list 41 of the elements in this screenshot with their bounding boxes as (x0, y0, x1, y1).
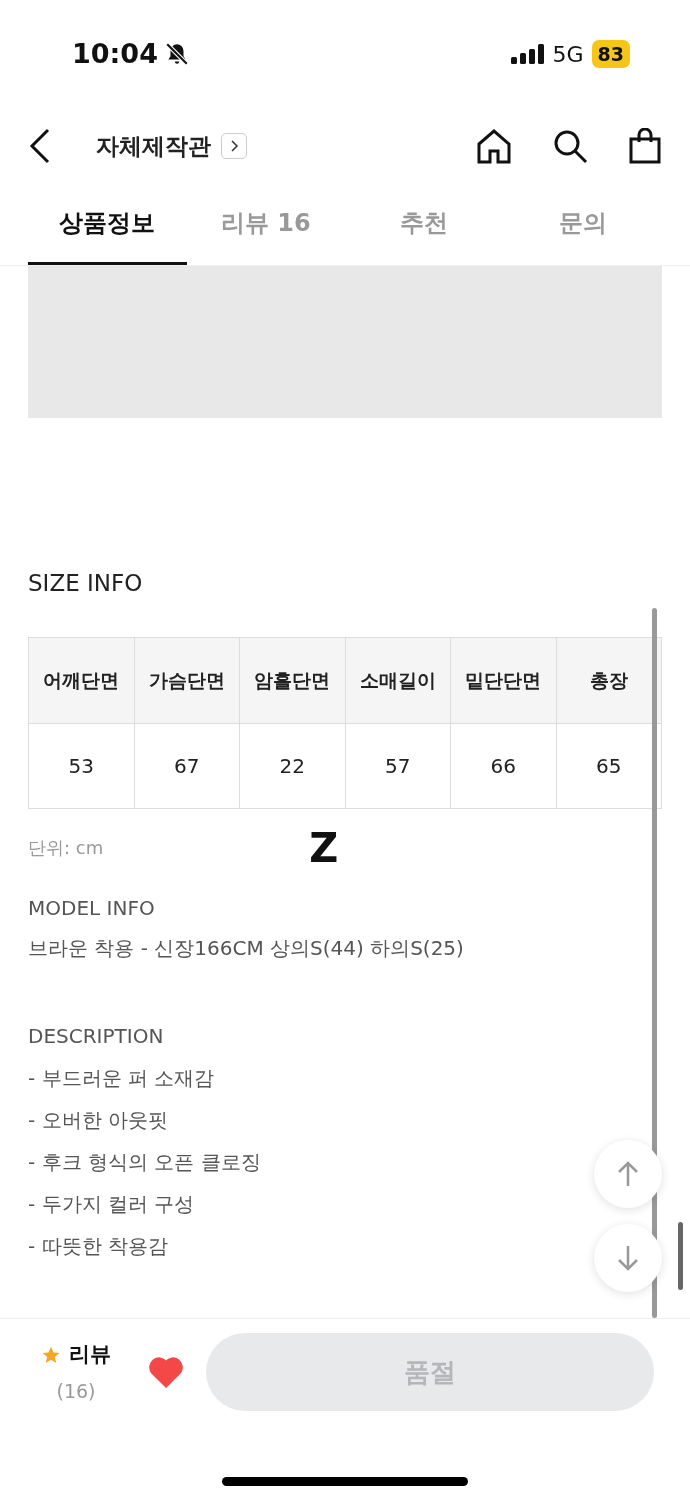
status-time: 10:04 (72, 36, 158, 71)
table-cell: 66 (450, 723, 556, 808)
table-header: 암홀단면 (239, 637, 345, 723)
section-title: SIZE INFO (28, 569, 144, 598)
table-cell: 57 (345, 723, 451, 808)
tab[interactable]: 리뷰 16 (186, 182, 345, 265)
unit-label: 단위: cm (28, 836, 104, 860)
model-info-text: 브라운 착용 - 신장166CM 상의S(44) 하의S(25) (28, 934, 465, 962)
network-label: 5G (552, 40, 584, 69)
bell-muted-icon (163, 41, 190, 67)
battery-indicator: 83 (591, 40, 630, 68)
section-title: MODEL INFO (28, 894, 156, 922)
scroll-up-button[interactable] (594, 1140, 662, 1208)
description-item: - 따뜻한 착용감 (28, 1232, 168, 1260)
description-item: - 부드러운 퍼 소재감 (28, 1064, 215, 1092)
header-title: 자체제작관 (96, 131, 211, 161)
table-header: 소매길이 (345, 637, 451, 723)
table-header: 총장 (556, 637, 662, 723)
tab[interactable]: 문의 (503, 182, 662, 265)
table-cell: 53 (28, 723, 134, 808)
home-icon[interactable] (476, 128, 512, 164)
table-header: 가슴단면 (134, 637, 240, 723)
description-item: - 두가지 컬러 구성 (28, 1190, 195, 1218)
review-button[interactable]: 리뷰 (16) (36, 1339, 116, 1405)
chevron-right-icon (229, 140, 239, 152)
table-cell: 22 (239, 723, 345, 808)
signal-icon (510, 44, 545, 64)
tab[interactable]: 추천 (345, 182, 504, 265)
brand-mark: Z (309, 827, 339, 868)
table-header: 밑단단면 (450, 637, 556, 723)
search-icon[interactable] (552, 128, 588, 164)
description-item: - 후크 형식의 오픈 클로징 (28, 1148, 261, 1176)
shopping-bag-icon[interactable] (628, 128, 662, 164)
arrow-up-icon (617, 1160, 639, 1188)
chevron-button[interactable] (221, 133, 247, 159)
description-item: - 오버한 아웃핏 (28, 1106, 168, 1134)
scroll-down-button[interactable] (594, 1224, 662, 1292)
arrow-down-icon (617, 1244, 639, 1272)
table-cell: 67 (134, 723, 240, 808)
section-title: DESCRIPTION (28, 1022, 165, 1050)
table-header: 어깨단면 (28, 637, 134, 723)
